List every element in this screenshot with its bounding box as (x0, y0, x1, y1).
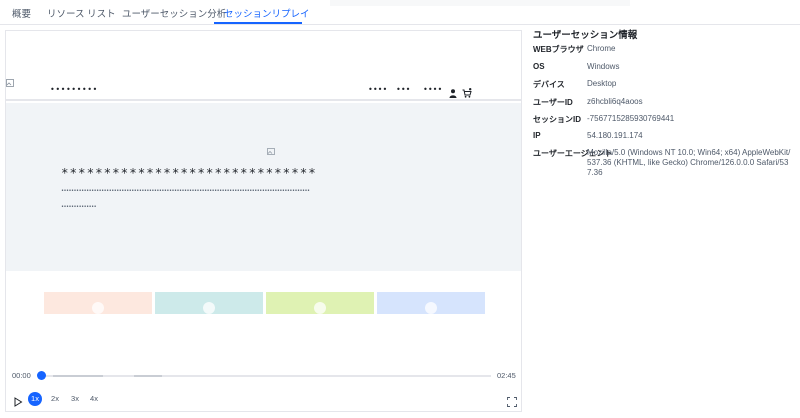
hero-button: •••••••••••••• (61, 204, 97, 210)
info-key: デバイス (533, 80, 565, 89)
play-icon[interactable] (13, 394, 23, 407)
total-time: 02:45 (497, 371, 516, 380)
site-nav-item: ••• (396, 85, 411, 94)
info-key: セッションID (533, 114, 581, 124)
info-key: IP (533, 130, 541, 140)
playback-controls: 00:00 02:45 1x 2x 3x 4x (6, 366, 521, 411)
info-value: Desktop (587, 79, 617, 88)
activity-segment (134, 375, 162, 377)
product-card (266, 292, 374, 314)
top-edge-shade (330, 0, 630, 6)
card-image-placeholder (92, 302, 104, 314)
product-card (44, 292, 152, 314)
site-logo: ••••••••• (50, 85, 98, 94)
active-tab-indicator (214, 22, 302, 24)
tab-overview[interactable]: 概要 (12, 6, 31, 20)
speed-2x-button[interactable]: 2x (48, 392, 62, 406)
speed-3x-button[interactable]: 3x (68, 392, 82, 406)
product-card (377, 292, 485, 314)
tab-session-replay[interactable]: セッションリプレイ (224, 6, 310, 20)
activity-segment (53, 375, 103, 377)
hero-section (6, 103, 521, 271)
broken-image-icon (267, 148, 275, 157)
card-image-placeholder (314, 302, 326, 314)
site-header-divider (6, 99, 521, 101)
info-value: Windows (587, 61, 620, 71)
tab-user-session-analysis[interactable]: ユーザーセッション分析 (122, 6, 226, 20)
site-nav-item: •••• (368, 85, 388, 94)
tab-bar: 概要 リソース リスト ユーザーセッション分析 セッションリプレイ (0, 0, 800, 25)
fullscreen-icon[interactable] (507, 394, 517, 407)
hero-subtitle: ••••••••••••••••••••••••••••••••••••••••… (61, 188, 310, 194)
progress-thumb[interactable] (37, 371, 46, 380)
session-info-title: ユーザーセッション情報 (533, 30, 638, 41)
progress-track[interactable] (39, 375, 491, 377)
info-key: ユーザーID (533, 97, 573, 107)
cart-icon (462, 85, 472, 98)
info-value: -7567715285930769441 (587, 113, 675, 123)
card-image-placeholder (203, 302, 215, 314)
info-value: Mozilla/5.0 (Windows NT 10.0; Win64; x64… (587, 147, 791, 177)
hero-title: ****************************** (61, 165, 317, 180)
info-value: Chrome (587, 44, 616, 53)
speed-4x-button[interactable]: 4x (87, 392, 101, 406)
speed-1x-button[interactable]: 1x (28, 392, 42, 406)
user-icon (449, 85, 459, 98)
info-value: 54.180.191.174 (587, 130, 643, 140)
session-replay-player: ••••••••• •••• ••• •••• ****************… (5, 30, 522, 412)
card-image-placeholder (425, 302, 437, 314)
tab-resource-list[interactable]: リソース リスト (47, 6, 116, 20)
info-value: z6hcbli6q4aoos (587, 96, 643, 106)
replay-viewport: ••••••••• •••• ••• •••• ****************… (6, 31, 521, 271)
site-nav-item: •••• (423, 85, 443, 94)
current-time: 00:00 (12, 371, 31, 380)
info-key: OS (533, 61, 545, 71)
broken-image-icon (6, 79, 14, 87)
product-card (155, 292, 263, 314)
info-key: WEBブラウザ (533, 45, 584, 54)
